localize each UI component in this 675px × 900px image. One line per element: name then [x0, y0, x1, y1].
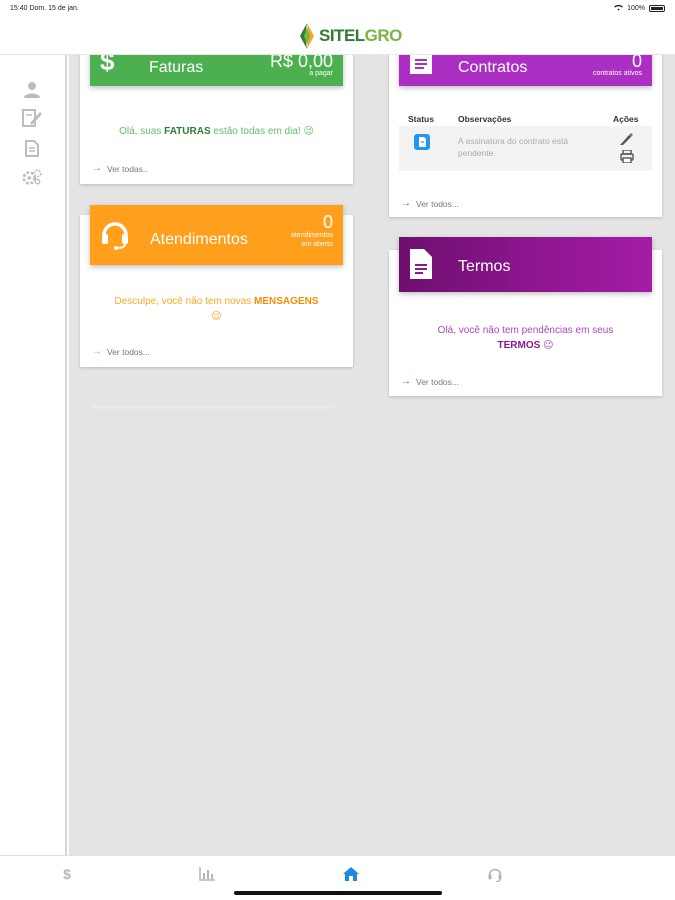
contratos-link-label: Ver todos...	[416, 198, 459, 209]
faturas-header[interactable]: $ Faturas R$ 0,00 a pagar	[90, 55, 343, 86]
faturas-msg-bold: FATURAS	[164, 126, 211, 137]
termos-title: Termos	[458, 258, 511, 275]
status-indicators: 100%	[614, 4, 665, 13]
dollar-icon: $	[63, 866, 71, 882]
termos-link-label: Ver todos...	[416, 376, 459, 387]
atendimentos-sub-line1: atendimentos	[290, 232, 333, 239]
contratos-header[interactable]: 1 Contratos 0 contratos ativos	[399, 55, 652, 86]
faturas-title: Faturas	[149, 59, 204, 76]
logo-text-sitel: SITEL	[319, 26, 365, 45]
atendimentos-title: Atendimentos	[150, 231, 248, 248]
contratos-card: 1 Contratos 0 contratos ativos Status Ob…	[389, 55, 662, 217]
home-indicator[interactable]	[234, 891, 442, 895]
logo-text: SITELGRO	[319, 26, 402, 46]
atendimentos-message: Desculpe, você não tem novas MENSAGENS 😉	[80, 294, 353, 324]
tab-faturas[interactable]: $	[56, 864, 78, 884]
faturas-sub: a pagar	[309, 70, 333, 77]
sidebar-item-documents[interactable]	[22, 138, 42, 158]
termos-ver-todos-link[interactable]: → Ver todos...	[401, 376, 459, 387]
arrow-right-icon: →	[401, 376, 411, 387]
print-icon[interactable]	[620, 149, 634, 168]
status-bar: 15:40 Dom. 15 de jan. 100%	[0, 0, 675, 18]
sidebar-item-contracts[interactable]	[22, 108, 42, 128]
sitelgro-logo[interactable]: SITELGRO	[298, 22, 402, 50]
atendimentos-link-label: Ver todos...	[107, 346, 150, 357]
logo-text-gro: GRO	[364, 26, 403, 45]
sidebar-item-profile[interactable]	[22, 79, 42, 99]
table-row: A assinatura do contrato está pendente.	[399, 126, 652, 171]
col-status: Status	[408, 114, 434, 124]
contratos-ver-todos-link[interactable]: → Ver todos...	[401, 198, 459, 209]
signature-icon	[22, 109, 42, 127]
dollar-icon: $	[100, 55, 115, 76]
contratos-value: 0	[631, 55, 642, 71]
atendimentos-msg-text: Desculpe, você não tem novas	[114, 296, 255, 307]
atendimentos-card: Atendimentos 0 atendimentos em aberto De…	[80, 205, 353, 367]
obs-line2: pendente.	[458, 148, 496, 158]
atendimentos-sub-line2: em aberto	[301, 241, 333, 248]
termos-card: Termos Olá, você não tem pendências em s…	[389, 237, 662, 396]
sign-pen-icon[interactable]	[619, 132, 633, 151]
status-pending-icon	[413, 133, 431, 156]
loading-placeholder-bar	[91, 405, 335, 409]
tab-support[interactable]	[484, 864, 506, 884]
col-observacoes: Observações	[458, 114, 512, 124]
chart-icon	[199, 867, 215, 881]
termos-msg-emoji: 😉	[543, 340, 554, 351]
arrow-right-icon: →	[92, 346, 102, 357]
contract-document-icon	[409, 55, 433, 80]
termos-msg-text: Olá, você não tem pendências em seus	[437, 325, 614, 336]
atendimentos-header[interactable]: Atendimentos 0 atendimentos em aberto	[90, 205, 343, 265]
faturas-value: R$ 0,00	[269, 55, 333, 71]
contratos-title: Contratos	[458, 59, 528, 76]
faturas-msg-text: Olá, suas	[119, 126, 165, 137]
tab-reports[interactable]	[196, 864, 218, 884]
arrow-right-icon: →	[92, 163, 102, 174]
document-icon	[25, 139, 39, 157]
termos-msg-bold: TERMOS	[497, 340, 541, 351]
headset-icon	[488, 868, 502, 882]
wifi-icon	[614, 4, 623, 13]
obs-line1: A assinatura do contrato está	[458, 136, 569, 146]
atendimentos-msg-emoji: 😉	[211, 311, 222, 322]
home-icon	[343, 867, 359, 881]
status-time-date: 15:40 Dom. 15 de jan.	[10, 5, 79, 12]
atendimentos-msg-bold: MENSAGENS	[254, 296, 319, 307]
col-acoes: Ações	[613, 114, 639, 124]
faturas-ver-todas-link[interactable]: → Ver todas..	[92, 163, 148, 174]
logo-mark-icon	[298, 23, 316, 49]
gears-icon	[22, 169, 42, 185]
termos-message: Olá, você não tem pendências em seus TER…	[389, 323, 662, 353]
sidebar-item-settings[interactable]	[22, 167, 42, 187]
faturas-card: $ Faturas R$ 0,00 a pagar Olá, suas FATU…	[80, 55, 353, 184]
faturas-link-label: Ver todas..	[107, 163, 148, 174]
observacao-text: A assinatura do contrato está pendente.	[458, 135, 568, 159]
user-icon	[24, 81, 40, 98]
contratos-sub: contratos ativos	[592, 70, 642, 77]
termos-document-icon	[409, 248, 433, 285]
app-header: SITELGRO	[0, 18, 675, 55]
arrow-right-icon: →	[401, 198, 411, 209]
headset-icon	[99, 218, 131, 255]
atendimentos-ver-todos-link[interactable]: → Ver todos...	[92, 346, 150, 357]
atendimentos-value: 0	[322, 212, 333, 232]
tab-home[interactable]	[340, 864, 362, 884]
sidebar	[0, 55, 67, 855]
faturas-msg-end: estão todas em dia! 😉	[210, 126, 314, 137]
battery-icon	[649, 5, 665, 12]
battery-percent: 100%	[627, 5, 645, 12]
faturas-message: Olá, suas FATURAS estão todas em dia! 😉	[80, 124, 353, 139]
termos-header[interactable]: Termos	[399, 237, 652, 292]
dashboard-main: $ Faturas R$ 0,00 a pagar Olá, suas FATU…	[69, 55, 675, 855]
